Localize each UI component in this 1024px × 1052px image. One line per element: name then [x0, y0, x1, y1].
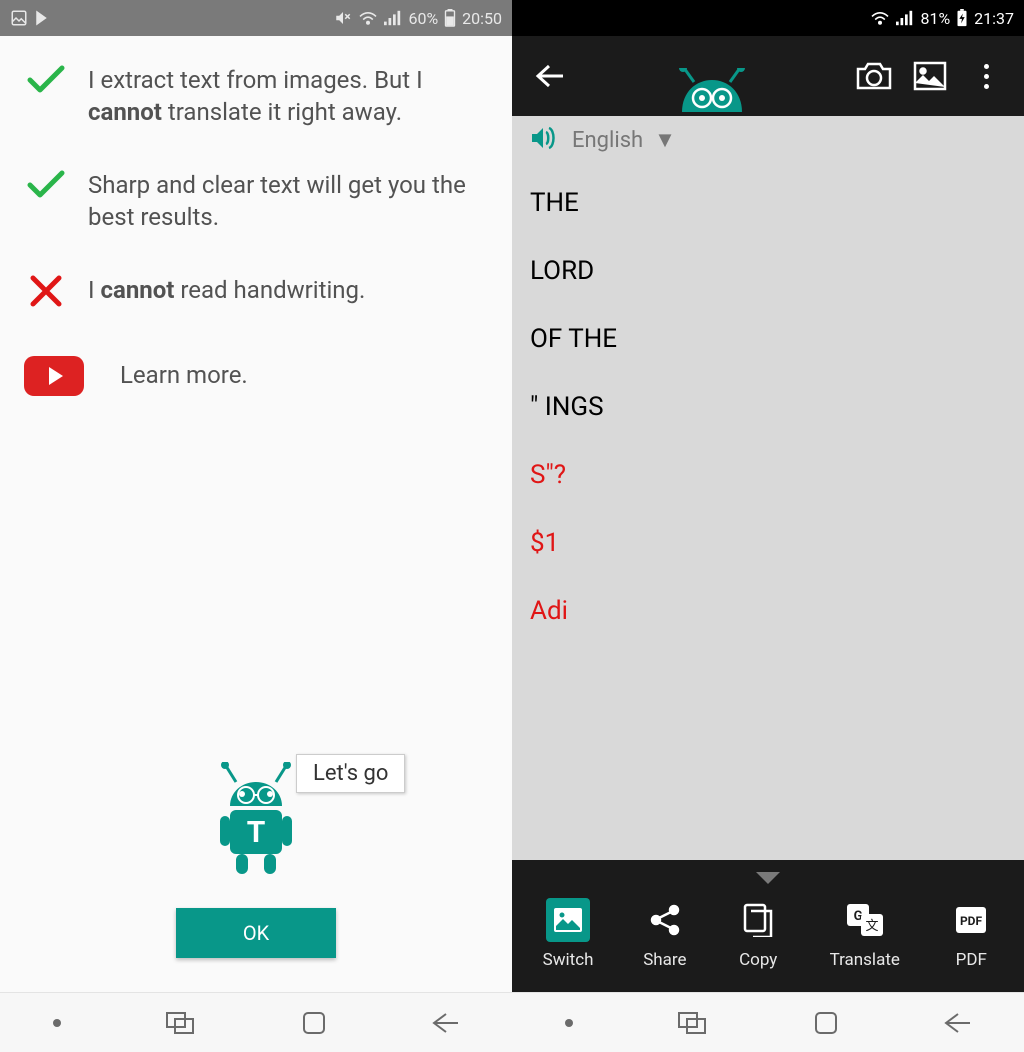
ocr-line: OF THE [530, 324, 1006, 354]
language-dropdown[interactable]: English ▼ [572, 127, 676, 153]
svg-text:文: 文 [865, 919, 878, 934]
translate-icon: G文 [843, 898, 887, 942]
tray-collapse-handle[interactable] [512, 860, 1024, 896]
speaker-button[interactable] [530, 126, 558, 154]
play-store-icon [34, 9, 52, 27]
signal-icon [384, 10, 402, 26]
action-label: Translate [830, 950, 900, 970]
chevron-down-icon: ▼ [649, 128, 676, 153]
intro-line-2: Sharp and clear text will get you the be… [88, 169, 488, 234]
cross-icon [24, 274, 68, 308]
switch-button[interactable]: Switch [543, 898, 594, 970]
image-icon [10, 9, 28, 27]
status-bar: 81% 21:37 [512, 0, 1024, 36]
ocr-line: S"? [530, 460, 1006, 490]
back-button[interactable] [944, 1012, 972, 1034]
pdf-icon: PDF [949, 898, 993, 942]
home-button[interactable] [301, 1010, 327, 1036]
ocr-line: THE [530, 188, 1006, 218]
svg-text:T: T [247, 815, 266, 850]
app-bar [512, 36, 1024, 116]
check-icon [24, 169, 68, 201]
recents-button[interactable] [678, 1012, 708, 1034]
navigation-bar [512, 992, 1024, 1052]
ok-button[interactable]: OK [176, 908, 336, 958]
nav-dot-icon [565, 1019, 573, 1027]
wifi-icon [358, 10, 378, 26]
intro-line-1: I extract text from images. But I cannot… [88, 64, 488, 129]
share-button[interactable]: Share [643, 898, 687, 970]
back-arrow-button[interactable] [528, 54, 572, 98]
ocr-line: Adi [530, 596, 1006, 626]
ocr-line: $1 [530, 528, 1006, 558]
copy-icon [736, 898, 780, 942]
mute-icon [334, 9, 352, 27]
overflow-menu-button[interactable] [964, 54, 1008, 98]
pdf-button[interactable]: PDF PDF [949, 898, 993, 970]
translate-button[interactable]: G文 Translate [830, 898, 900, 970]
back-button[interactable] [432, 1012, 460, 1034]
wifi-icon [870, 10, 890, 26]
app-mascot-icon: T [206, 762, 306, 878]
language-bar: English ▼ [512, 116, 1024, 164]
share-icon [643, 898, 687, 942]
status-time: 20:50 [462, 9, 502, 28]
language-label: English [572, 128, 643, 153]
camera-button[interactable] [852, 54, 896, 98]
recents-button[interactable] [166, 1012, 196, 1034]
ocr-line: " INGS [530, 392, 1006, 422]
image-icon [546, 898, 590, 942]
ocr-text-area[interactable]: THE LORD OF THE " INGS S"? $1 Adi [512, 164, 1024, 860]
navigation-bar [0, 992, 512, 1052]
speech-bubble: Let's go [296, 754, 405, 793]
action-label: Share [643, 950, 686, 970]
status-time: 21:37 [974, 9, 1014, 28]
battery-charging-icon [956, 9, 968, 27]
learn-more-row[interactable]: Learn more. [24, 356, 488, 396]
intro-line-3: I cannot read handwriting. [88, 274, 365, 306]
ocr-result-screen: 81% 21:37 [512, 0, 1024, 1052]
svg-text:PDF: PDF [960, 914, 983, 928]
bottom-action-tray: Switch Share Copy G文 Translate [512, 860, 1024, 992]
battery-percent: 81% [920, 9, 950, 28]
home-button[interactable] [813, 1010, 839, 1036]
signal-icon [896, 10, 914, 26]
youtube-icon [24, 356, 84, 396]
check-icon [24, 64, 68, 96]
nav-dot-icon [53, 1019, 61, 1027]
copy-button[interactable]: Copy [736, 898, 780, 970]
learn-more-label: Learn more. [120, 359, 248, 391]
battery-icon [444, 9, 456, 27]
app-mascot-peek-icon [670, 68, 754, 116]
battery-percent: 60% [408, 9, 438, 28]
action-label: Copy [739, 950, 777, 970]
action-label: Switch [543, 950, 594, 970]
intro-content: I extract text from images. But I cannot… [0, 36, 512, 992]
ocr-line: LORD [530, 256, 1006, 286]
onboarding-screen: 60% 20:50 I extract text from images. Bu… [0, 0, 512, 1052]
status-bar: 60% 20:50 [0, 0, 512, 36]
gallery-button[interactable] [908, 54, 952, 98]
action-label: PDF [956, 950, 987, 970]
